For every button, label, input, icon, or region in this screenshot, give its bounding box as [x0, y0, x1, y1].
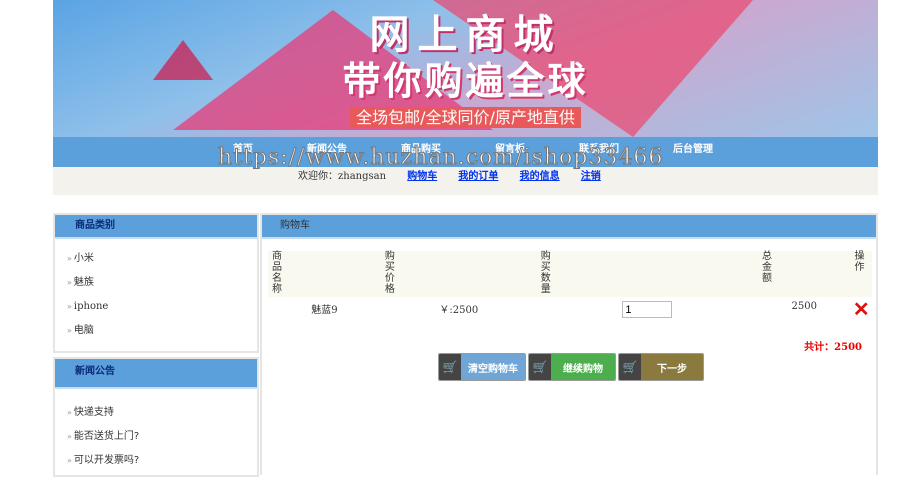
link-orders[interactable]: 我的订单 [458, 171, 498, 182]
header-total: 总金额 [761, 251, 772, 284]
header-name: 商品名称 [272, 251, 282, 295]
link-logout[interactable]: 注销 [581, 171, 601, 182]
nav-contact[interactable]: 联系我们 [579, 137, 619, 167]
quantity-input[interactable] [622, 301, 673, 318]
item-price: ￥:2500 [439, 305, 479, 316]
nav-news[interactable]: 新闻公告 [307, 137, 347, 167]
cart-panel: 购物车 商品名称 购买价格 购买数量 总金额 操作 魅蓝9 ￥:2500 250… [260, 213, 878, 475]
banner: 网上商城 带你购遍全球 全场包邮/全球同价/原产地直供 [53, 0, 878, 137]
nav-admin[interactable]: 后台管理 [673, 137, 713, 167]
cart-title: 购物车 [262, 215, 876, 239]
continue-shopping-button[interactable]: 🛒 继续购物 [528, 353, 616, 381]
header-price: 购买价格 [384, 251, 395, 295]
double-arrow-icon: » [67, 326, 72, 335]
nav-guestbook[interactable]: 留言板 [495, 137, 525, 167]
double-arrow-icon: » [67, 278, 72, 287]
cart-table: 商品名称 购买价格 购买数量 总金额 操作 魅蓝9 ￥:2500 2500 ✕ [268, 251, 872, 319]
double-arrow-icon: » [67, 408, 72, 417]
cart-sum: 共计：2500 [804, 342, 862, 353]
header-action: 操作 [854, 251, 865, 273]
category-item[interactable]: » 小米 [67, 247, 257, 271]
cart-icon: 🛒 [439, 354, 461, 380]
double-arrow-icon: » [67, 456, 72, 465]
double-arrow-icon: » [67, 254, 72, 263]
welcome-text: 欢迎你：zhangsan [298, 171, 387, 182]
category-panel: 商品类别 » 小米 » 魅族 » iphone » 电脑 [53, 213, 259, 353]
item-name: 魅蓝9 [311, 305, 338, 316]
nav-home[interactable]: 首页 [233, 137, 253, 167]
cart-icon: 🛒 [619, 354, 641, 380]
category-item[interactable]: » 魅族 [67, 271, 257, 295]
link-cart[interactable]: 购物车 [407, 171, 437, 182]
banner-tagline: 全场包邮/全球同价/原产地直供 [53, 104, 878, 128]
item-total: 2500 [791, 301, 817, 312]
banner-slogan: 带你购遍全球 [342, 59, 589, 103]
delete-icon[interactable]: ✕ [853, 297, 870, 321]
header-qty: 购买数量 [540, 251, 551, 295]
news-item[interactable]: » 能否送货上门? [67, 425, 257, 449]
double-arrow-icon: » [67, 302, 72, 311]
news-title: 新闻公告 [55, 359, 257, 389]
nav-shop[interactable]: 商品购买 [401, 137, 441, 167]
category-item[interactable]: » 电脑 [67, 319, 257, 343]
welcome-bar: 欢迎你：zhangsan 购物车 我的订单 我的信息 注销 [53, 167, 878, 195]
table-row: 魅蓝9 ￥:2500 2500 ✕ [268, 297, 872, 319]
news-item[interactable]: » 可以开发票吗? [67, 449, 257, 473]
news-panel: 新闻公告 » 快递支持 » 能否送货上门? » 可以开发票吗? [53, 357, 259, 477]
next-step-button[interactable]: 🛒 下一步 [618, 353, 704, 381]
cart-icon: 🛒 [529, 354, 551, 380]
news-item[interactable]: » 快递支持 [67, 401, 257, 425]
category-item[interactable]: » iphone [67, 295, 257, 319]
clear-cart-button[interactable]: 🛒 清空购物车 [438, 353, 526, 381]
double-arrow-icon: » [67, 432, 72, 441]
category-title: 商品类别 [55, 215, 257, 239]
link-profile[interactable]: 我的信息 [520, 171, 560, 182]
main-nav: 首页 新闻公告 商品购买 留言板 联系我们 后台管理 [53, 137, 878, 167]
